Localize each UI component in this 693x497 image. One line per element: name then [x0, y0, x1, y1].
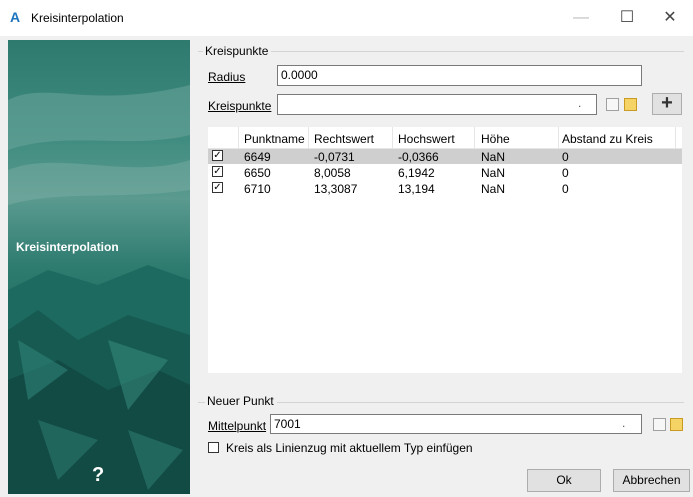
cell-rechtswert: -0,0731 — [314, 150, 355, 164]
cell-abstand: 0 — [562, 150, 569, 164]
kreispunkte-dropdown[interactable]: . — [578, 96, 581, 110]
cell-hochswert: -0,0366 — [398, 150, 439, 164]
pick-point-icon[interactable] — [670, 418, 683, 431]
table-row[interactable]: ✓ 6649 -0,0731 -0,0366 NaN 0 — [208, 149, 682, 164]
landscape-image — [8, 85, 190, 494]
column-header[interactable]: Abstand zu Kreis — [562, 132, 653, 146]
cell-punktname: 6710 — [244, 182, 271, 196]
column-header[interactable]: Hochswert — [398, 132, 455, 146]
table-row[interactable]: ✓ 6710 13,3087 13,194 NaN 0 — [208, 181, 682, 196]
sidebar-title: Kreisinterpolation — [16, 240, 119, 254]
pick-point-icon[interactable] — [624, 98, 637, 111]
mittelpunkt-dropdown[interactable]: . — [622, 416, 625, 430]
column-header[interactable]: Rechtswert — [314, 132, 374, 146]
row-checkbox[interactable]: ✓ — [212, 182, 223, 193]
radius-label: Radius — [208, 70, 246, 84]
mittelpunkt-input[interactable]: 7001 — [270, 414, 642, 434]
cell-hochswert: 13,194 — [398, 182, 435, 196]
sidebar-banner: Kreisinterpolation ? — [8, 40, 190, 494]
ok-button[interactable]: Ok — [527, 469, 601, 492]
list-icon[interactable] — [653, 418, 666, 431]
column-header[interactable]: Höhe — [481, 132, 510, 146]
kreispunkte-input[interactable] — [277, 94, 597, 115]
list-icon[interactable] — [606, 98, 619, 111]
cell-abstand: 0 — [562, 166, 569, 180]
window-title: Kreisinterpolation — [31, 11, 124, 25]
title-bar: A Kreisinterpolation — ☐ ✕ — [0, 0, 693, 36]
app-icon: A — [10, 9, 21, 25]
mittelpunkt-label: Mittelpunkt — [208, 419, 267, 433]
cancel-button[interactable]: Abbrechen — [613, 469, 690, 492]
row-checkbox[interactable]: ✓ — [212, 150, 223, 161]
minimize-button[interactable]: — — [558, 0, 604, 36]
cell-hochswert: 6,1942 — [398, 166, 435, 180]
kreispunkte-group-label: Kreispunkte — [203, 44, 272, 58]
add-point-button[interactable]: + — [652, 93, 682, 115]
linienzug-checkbox[interactable] — [208, 442, 219, 453]
cell-punktname: 6650 — [244, 166, 271, 180]
table-header: Punktname Rechtswert Hochswert Höhe Abst… — [208, 127, 682, 149]
kreispunkte-label: Kreispunkte — [208, 99, 272, 113]
cell-punktname: 6649 — [244, 150, 271, 164]
column-header[interactable]: Punktname — [244, 132, 305, 146]
maximize-button[interactable]: ☐ — [604, 0, 650, 36]
close-button[interactable]: ✕ — [647, 0, 693, 36]
row-checkbox[interactable]: ✓ — [212, 166, 223, 177]
cell-hoehe: NaN — [481, 182, 506, 196]
neuer-punkt-group-label: Neuer Punkt — [205, 394, 277, 408]
cell-hoehe: NaN — [481, 166, 506, 180]
table-row[interactable]: ✓ 6650 8,0058 6,1942 NaN 0 — [208, 165, 682, 180]
radius-input[interactable]: 0.0000 — [277, 65, 642, 86]
points-table: Punktname Rechtswert Hochswert Höhe Abst… — [208, 127, 682, 373]
cell-rechtswert: 8,0058 — [314, 166, 351, 180]
cell-abstand: 0 — [562, 182, 569, 196]
help-icon[interactable]: ? — [92, 464, 104, 487]
cell-rechtswert: 13,3087 — [314, 182, 358, 196]
cell-hoehe: NaN — [481, 150, 506, 164]
linienzug-checkbox-label: Kreis als Linienzug mit aktuellem Typ ei… — [226, 441, 473, 455]
